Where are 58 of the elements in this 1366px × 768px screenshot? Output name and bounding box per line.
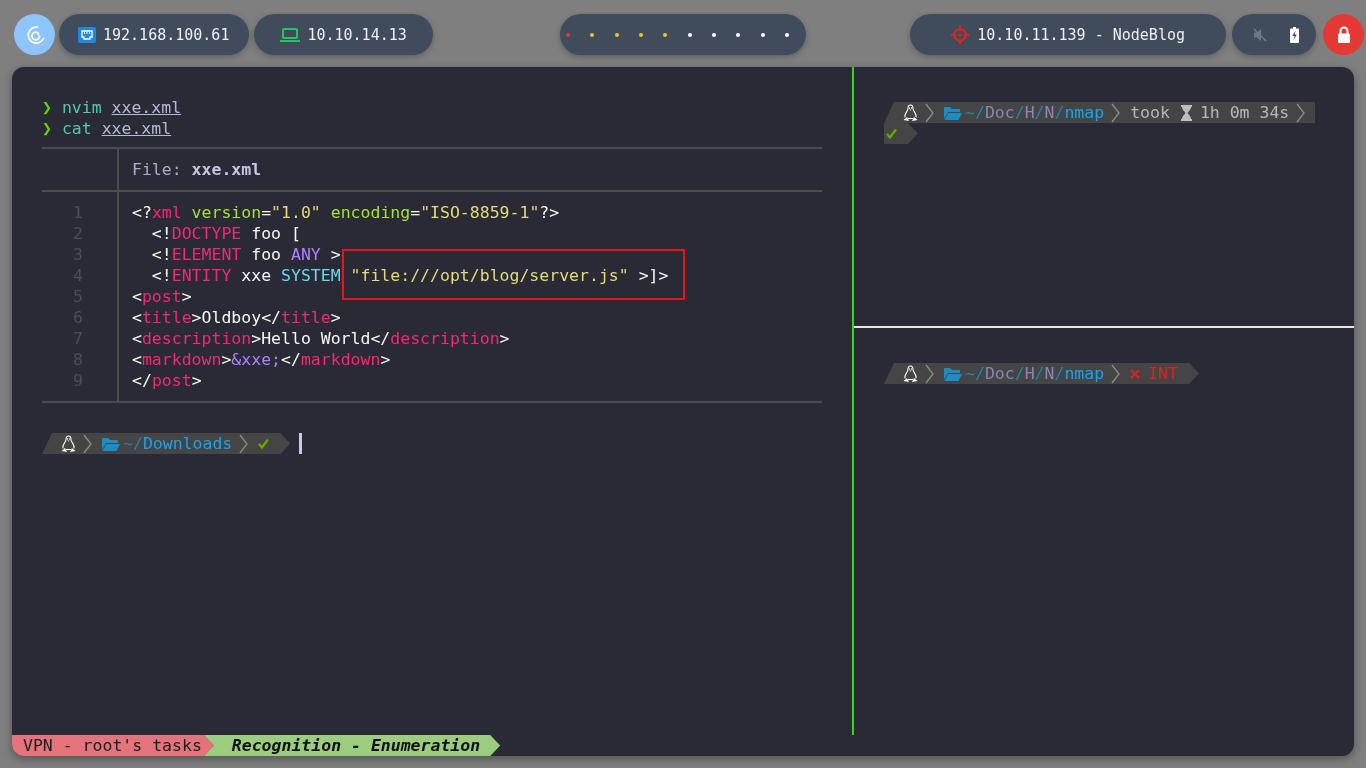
chevron-icon — [83, 433, 92, 454]
folder-icon — [944, 105, 962, 120]
code-line: <!ENTITY xxe SYSTEM — [150, 265, 341, 286]
ip-address-text: 192.168.100.61 — [103, 25, 230, 44]
chevron-icon — [925, 102, 934, 123]
code-line: <!ELEMENT foo ANY > — [150, 244, 341, 265]
duration-label: took — [1130, 102, 1170, 123]
lock-button[interactable] — [1323, 14, 1364, 55]
workspace-dot-icon[interactable] — [638, 32, 643, 37]
launcher-button[interactable] — [14, 14, 55, 55]
chevron-icon — [1111, 363, 1121, 384]
exit-status-text: INT — [1148, 363, 1178, 384]
battery-icon[interactable] — [1290, 26, 1299, 43]
chevron-icon — [1111, 102, 1121, 123]
chevron-icon — [1296, 102, 1306, 123]
ethernet-icon — [78, 26, 96, 43]
code-line: <title>Oldboy</title> — [132, 307, 341, 328]
workspace-dot-icon[interactable] — [687, 32, 692, 37]
session-label: VPN - root's tasks — [12, 735, 214, 756]
workspace-dot-icon[interactable] — [785, 32, 790, 37]
workspace-dot-icon[interactable] — [663, 32, 668, 37]
vpn-address-text: 10.10.14.13 — [307, 25, 407, 44]
prompt-path: ~/Doc/H/N/nmap — [965, 363, 1105, 384]
terminal-pane[interactable]: ~/Doc/H/N/nmap INT — [854, 328, 1354, 735]
highlight-box: "file:///opt/blog/server.js" >]> — [341, 249, 686, 300]
workspace-dot-icon[interactable] — [565, 32, 570, 37]
penguin-icon — [903, 104, 918, 121]
prompt-path: ~/Downloads — [123, 433, 233, 454]
file-header: File: xxe.xml — [131, 159, 262, 181]
command-line: ❯ cat xxe.xml — [42, 118, 173, 139]
code-line: <!DOCTYPE foo [ — [150, 223, 301, 244]
text-cursor — [299, 433, 303, 454]
window-tab[interactable]: Recognition - Enumeration — [203, 735, 501, 756]
chevron-icon — [925, 363, 934, 384]
code-line: </post> — [132, 370, 202, 391]
target-text: 10.10.11.139 - NodeBlog — [977, 25, 1185, 44]
penguin-icon — [61, 435, 76, 452]
code-line: <?xml version="1.0" encoding="ISO-8859-1"?> — [132, 202, 560, 223]
workspace-dot-icon[interactable] — [760, 32, 765, 37]
code-line: <post> — [132, 286, 192, 307]
code-line: <description>Hello World</description> — [132, 328, 510, 349]
chevron-icon — [239, 433, 249, 454]
duration-text: 1h 0m 34s — [1199, 102, 1290, 123]
penguin-icon — [903, 365, 918, 382]
crosshair-icon — [951, 25, 970, 44]
workspace-dot-icon[interactable] — [590, 32, 595, 37]
workspace-dot-icon[interactable] — [614, 32, 619, 37]
command-line: ❯ nvim xxe.xml — [42, 97, 183, 118]
laptop-icon — [280, 27, 301, 42]
workspace-dot-icon[interactable] — [712, 32, 717, 37]
code-line: <markdown>&xxe;</markdown> — [132, 349, 391, 370]
prompt-path: ~/Doc/H/N/nmap — [965, 102, 1105, 123]
folder-icon — [102, 436, 120, 451]
workspace-dot-icon[interactable] — [736, 32, 741, 37]
terminal-pane[interactable]: ~/Doc/H/N/nmap took 1h 0m 34s — [854, 67, 1354, 328]
folder-icon — [944, 366, 962, 381]
hourglass-icon — [1180, 104, 1192, 121]
lock-icon — [1336, 26, 1351, 43]
